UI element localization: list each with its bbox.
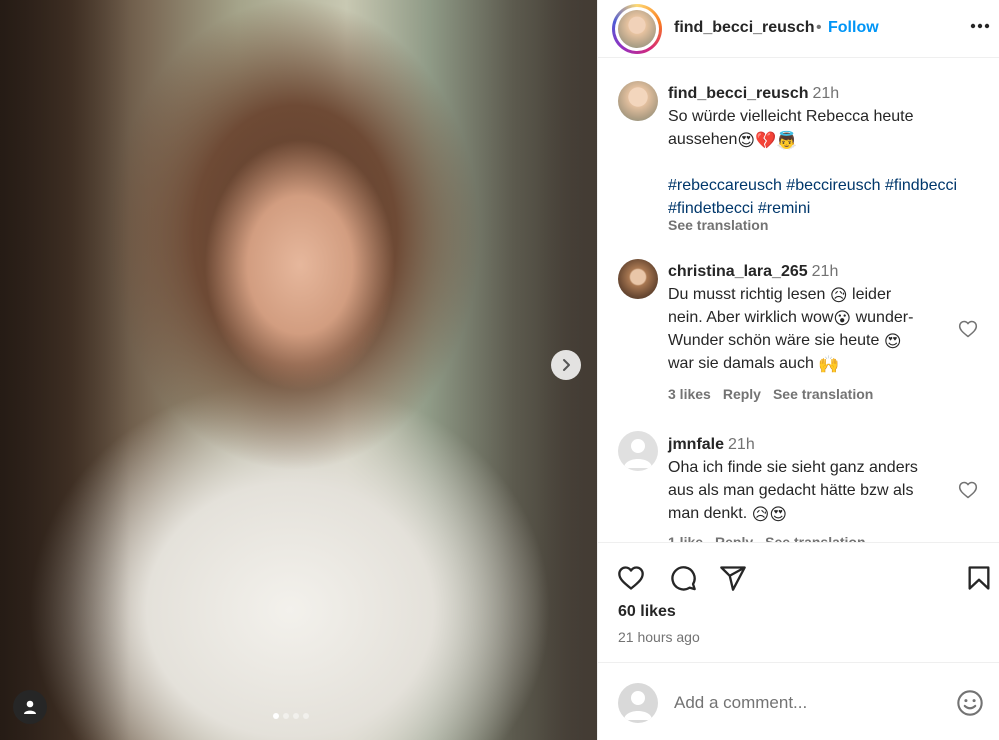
send-icon	[720, 566, 746, 591]
comment-reply-button[interactable]: Reply	[715, 534, 753, 542]
carousel-dot	[293, 713, 299, 719]
comment-text: nein. Aber wirklich wow	[668, 309, 834, 326]
comment-username[interactable]: christina_lara_265	[668, 263, 808, 280]
comment-text: man denkt.	[668, 505, 748, 522]
comment-text: Wunder schön wäre sie heute	[668, 332, 880, 349]
header-separator: •	[816, 19, 822, 36]
comment-time: 21h	[811, 263, 839, 280]
comment-text: Oha ich finde sie sieht ganz anders	[668, 459, 918, 476]
comment-likes[interactable]: 1 like	[668, 534, 703, 542]
comment-text: war sie damals auch	[668, 355, 814, 372]
comment-emoji: 😮	[833, 309, 852, 328]
more-horizontal-icon	[970, 23, 990, 29]
comment-text: wunder-	[855, 309, 914, 326]
comment-username[interactable]: jmnfale	[668, 436, 724, 453]
caption-emojis: 😍💔👼	[737, 131, 798, 150]
default-avatar-icon	[624, 691, 652, 720]
comment-text: Du musst richtig lesen	[668, 286, 826, 303]
caption-meta: See translation	[668, 217, 768, 233]
comment: jmnfale 21h Oha ich finde sie sieht ganz …	[668, 433, 958, 525]
carousel-indicator	[273, 713, 309, 719]
bookmark-icon	[968, 566, 990, 590]
add-comment-bar	[598, 662, 999, 740]
current-user-avatar	[618, 683, 658, 723]
comment-likes[interactable]: 3 likes	[668, 386, 711, 402]
comment-text: leider	[852, 286, 892, 303]
add-comment-input[interactable]	[674, 690, 944, 716]
carousel-dot	[283, 713, 289, 719]
caption-username[interactable]: find_becci_reusch	[668, 85, 809, 102]
comment-emoji: 😍	[883, 332, 902, 351]
post-side-panel: find_becci_reusch • Follow find_becci_re…	[597, 0, 999, 740]
author-username[interactable]: find_becci_reusch	[674, 19, 815, 37]
comment-time: 21h	[728, 436, 755, 453]
carousel-next-button[interactable]	[551, 350, 581, 380]
caption-hashtags[interactable]: #rebeccareusch #beccireusch #findbecci	[668, 177, 957, 194]
comments-list[interactable]: find_becci_reusch 21h So würde vielleicht…	[598, 67, 999, 542]
comment: christina_lara_265 21h Du musst richtig l…	[668, 260, 958, 375]
comment-avatar[interactable]	[618, 259, 658, 299]
comment-emoji: 😥	[829, 286, 848, 305]
comment-button[interactable]	[668, 563, 698, 593]
comment-like-heart-icon[interactable]	[958, 319, 978, 339]
comment-avatar[interactable]	[618, 431, 658, 471]
caption-hashtags[interactable]: #findetbecci #remini	[668, 200, 810, 217]
chevron-right-icon	[563, 359, 570, 371]
default-avatar-icon	[624, 439, 652, 468]
media-shadow	[0, 0, 130, 740]
comment-reply-button[interactable]: Reply	[723, 386, 761, 402]
comment-like-heart-icon[interactable]	[958, 480, 978, 500]
user-icon	[24, 700, 36, 714]
heart-icon	[618, 566, 644, 590]
like-button[interactable]	[616, 563, 646, 593]
post-header: find_becci_reusch • Follow	[598, 0, 999, 58]
emoji-icon[interactable]	[956, 689, 984, 717]
comment-emoji: 🙌	[818, 355, 840, 374]
comment-see-translation[interactable]: See translation	[773, 386, 873, 402]
post-media[interactable]	[0, 0, 597, 740]
caption-text: So würde vielleicht Rebecca heute	[668, 108, 914, 125]
caption-text: aussehen	[668, 131, 738, 148]
carousel-dot	[273, 713, 279, 719]
comment-emoji: 😥😍	[751, 505, 788, 524]
post-actions: 60 likes 21 hours ago	[598, 542, 999, 662]
comment-meta: 3 likes Reply See translation	[668, 386, 873, 402]
comment-icon	[671, 566, 696, 591]
comment-text: aus als man gedacht hätte bzw als	[668, 482, 914, 499]
follow-button[interactable]: Follow	[828, 19, 879, 37]
author-avatar[interactable]	[612, 4, 662, 54]
caption: find_becci_reusch 21h So würde vielleicht…	[668, 82, 958, 220]
save-button[interactable]	[964, 563, 994, 593]
caption-see-translation[interactable]: See translation	[668, 217, 768, 233]
like-count[interactable]: 60 likes	[618, 603, 676, 621]
caption-author-avatar[interactable]	[618, 81, 658, 121]
caption-time: 21h	[812, 85, 840, 102]
more-options-button[interactable]	[968, 14, 992, 38]
share-button[interactable]	[718, 563, 748, 593]
comment-see-translation[interactable]: See translation	[765, 534, 865, 542]
tagged-users-button[interactable]	[13, 690, 47, 724]
post-timestamp[interactable]: 21 hours ago	[618, 629, 700, 645]
carousel-dot	[303, 713, 309, 719]
comment-meta: 1 like Reply See translation	[668, 534, 866, 542]
